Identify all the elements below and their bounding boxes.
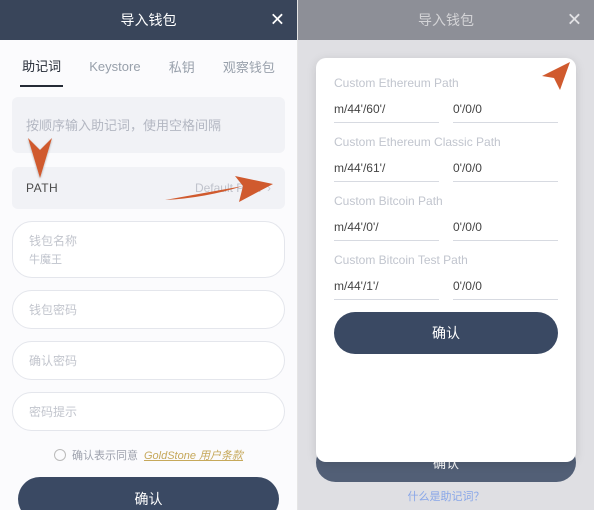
path-suffix-input[interactable]: 0'/0/0 xyxy=(453,98,558,123)
terms-link[interactable]: GoldStone 用户条款 xyxy=(144,447,243,463)
import-method-tabs: 助记词 Keystore 私钥 观察钱包 xyxy=(0,40,297,87)
wallet-name-field[interactable]: 钱包名称 牛魔王 xyxy=(12,221,285,278)
path-prefix-input[interactable]: m/44'/60'/ xyxy=(334,98,439,123)
path-suffix-input[interactable]: 0'/0/0 xyxy=(453,216,558,241)
path-suffix-input[interactable]: 0'/0/0 xyxy=(453,157,558,182)
custom-path-modal: Custom Ethereum Path m/44'/60'/ 0'/0/0 C… xyxy=(316,58,576,462)
mnemonic-input[interactable]: 按顺序输入助记词，使用空格间隔 xyxy=(12,97,285,153)
terms-checkbox[interactable] xyxy=(54,449,66,461)
path-group-label: Custom Ethereum Classic Path xyxy=(334,135,558,149)
path-label: PATH xyxy=(26,181,58,195)
tab-keystore[interactable]: Keystore xyxy=(87,55,142,84)
background-help-link: 什么是助记词？ xyxy=(298,488,594,504)
path-suffix-input[interactable]: 0'/0/0 xyxy=(453,275,558,300)
title-bar: 导入钱包 ✕ xyxy=(298,0,594,40)
tab-private-key[interactable]: 私钥 xyxy=(167,53,197,86)
page-title: 导入钱包 xyxy=(418,10,474,30)
tab-watch-only[interactable]: 观察钱包 xyxy=(221,53,277,86)
page-title: 导入钱包 xyxy=(121,10,177,30)
confirm-password-field[interactable]: 确认密码 xyxy=(12,341,285,380)
path-group-bitcoin-test: Custom Bitcoin Test Path m/44'/1'/ 0'/0/… xyxy=(334,253,558,300)
confirm-button[interactable]: 确认 xyxy=(18,477,279,510)
tab-mnemonic[interactable]: 助记词 xyxy=(20,52,63,87)
terms-prefix: 确认表示同意 xyxy=(72,447,138,463)
path-prefix-input[interactable]: m/44'/61'/ xyxy=(334,157,439,182)
screen-import-wallet: 导入钱包 ✕ 助记词 Keystore 私钥 观察钱包 按顺序输入助记词，使用空… xyxy=(0,0,297,510)
mnemonic-placeholder: 按顺序输入助记词，使用空格间隔 xyxy=(26,115,221,134)
wallet-password-field[interactable]: 钱包密码 xyxy=(12,290,285,329)
terms-row: 确认表示同意 GoldStone 用户条款 xyxy=(12,447,285,463)
derivation-path-button[interactable]: PATH Default Path › xyxy=(12,167,285,209)
path-group-ethereum: Custom Ethereum Path m/44'/60'/ 0'/0/0 xyxy=(334,76,558,123)
chevron-right-icon: › xyxy=(267,181,271,195)
wallet-name-value: 牛魔王 xyxy=(29,251,268,267)
path-group-label: Custom Bitcoin Test Path xyxy=(334,253,558,267)
close-icon[interactable]: ✕ xyxy=(567,10,582,31)
title-bar: 导入钱包 ✕ xyxy=(0,0,297,40)
path-group-bitcoin: Custom Bitcoin Path m/44'/0'/ 0'/0/0 xyxy=(334,194,558,241)
password-hint-field[interactable]: 密码提示 xyxy=(12,392,285,431)
path-group-label: Custom Bitcoin Path xyxy=(334,194,558,208)
close-icon[interactable]: ✕ xyxy=(270,10,285,31)
form-content: 按顺序输入助记词，使用空格间隔 PATH Default Path › 钱包名称… xyxy=(0,87,297,510)
path-group-label: Custom Ethereum Path xyxy=(334,76,558,90)
path-group-ethereum-classic: Custom Ethereum Classic Path m/44'/61'/ … xyxy=(334,135,558,182)
modal-confirm-button[interactable]: 确认 xyxy=(334,312,558,354)
path-prefix-input[interactable]: m/44'/1'/ xyxy=(334,275,439,300)
path-prefix-input[interactable]: m/44'/0'/ xyxy=(334,216,439,241)
screen-import-wallet-path-modal: 导入钱包 ✕ 助记词 Keystore 私钥 观察钱包 确认 什么是助记词？ C… xyxy=(297,0,594,510)
wallet-name-placeholder: 钱包名称 xyxy=(29,232,268,249)
path-value: Default Path › xyxy=(195,181,271,195)
